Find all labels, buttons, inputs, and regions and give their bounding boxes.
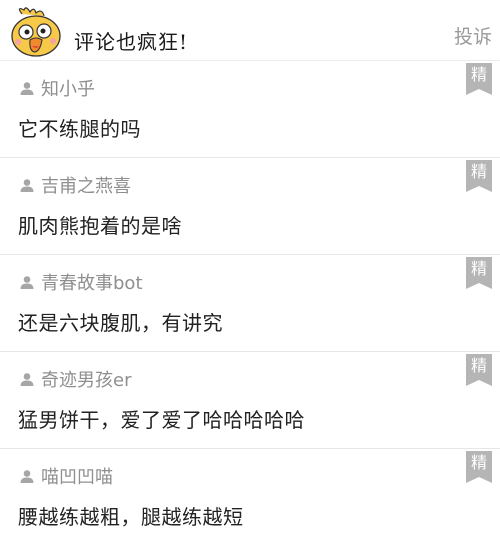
comment-text: 猛男饼干，爱了爱了哈哈哈哈哈 bbox=[18, 408, 305, 432]
page-title: 评论也疯狂! bbox=[74, 30, 189, 54]
featured-badge: 精 bbox=[466, 354, 492, 386]
comment-text: 肌肉熊抱着的是啥 bbox=[18, 214, 182, 238]
user-icon bbox=[20, 373, 34, 386]
user-icon bbox=[20, 82, 34, 95]
comment-username[interactable]: 吉甫之燕喜 bbox=[41, 172, 131, 198]
comment-text: 腰越练越粗，腿越练越短 bbox=[18, 505, 244, 529]
comment-user-row: 喵凹凹喵 bbox=[20, 463, 113, 489]
comment-item: 喵凹凹喵 腰越练越粗，腿越练越短 精 bbox=[0, 449, 500, 545]
user-icon bbox=[20, 276, 34, 289]
featured-badge: 精 bbox=[466, 257, 492, 289]
chick-mascot-icon bbox=[11, 7, 61, 57]
comment-user-row: 奇迹男孩er bbox=[20, 366, 131, 392]
comment-item: 知小乎 它不练腿的吗 精 bbox=[0, 61, 500, 158]
featured-badge: 精 bbox=[466, 160, 492, 192]
comment-item: 青春故事bot 还是六块腹肌，有讲究 精 bbox=[0, 255, 500, 352]
comment-username[interactable]: 喵凹凹喵 bbox=[41, 463, 113, 489]
featured-badge: 精 bbox=[466, 451, 492, 483]
comment-username[interactable]: 知小乎 bbox=[41, 75, 95, 101]
comment-username[interactable]: 奇迹男孩er bbox=[41, 366, 131, 392]
comment-list: 知小乎 它不练腿的吗 精 吉甫之燕喜 肌肉熊抱着的是啥 精 青春故事bot 还是… bbox=[0, 61, 500, 545]
comment-item: 奇迹男孩er 猛男饼干，爱了爱了哈哈哈哈哈 精 bbox=[0, 352, 500, 449]
comment-user-row: 吉甫之燕喜 bbox=[20, 172, 131, 198]
user-icon bbox=[20, 179, 34, 192]
user-icon bbox=[20, 470, 34, 483]
comment-item: 吉甫之燕喜 肌肉熊抱着的是啥 精 bbox=[0, 158, 500, 255]
comment-text: 还是六块腹肌，有讲究 bbox=[18, 311, 223, 335]
comment-username[interactable]: 青春故事bot bbox=[41, 269, 143, 295]
comment-text: 它不练腿的吗 bbox=[18, 117, 141, 141]
report-link[interactable]: 投诉 bbox=[454, 22, 492, 49]
comment-user-row: 青春故事bot bbox=[20, 269, 143, 295]
comment-user-row: 知小乎 bbox=[20, 75, 95, 101]
header: 评论也疯狂! 投诉 bbox=[0, 0, 500, 61]
featured-badge: 精 bbox=[466, 63, 492, 95]
